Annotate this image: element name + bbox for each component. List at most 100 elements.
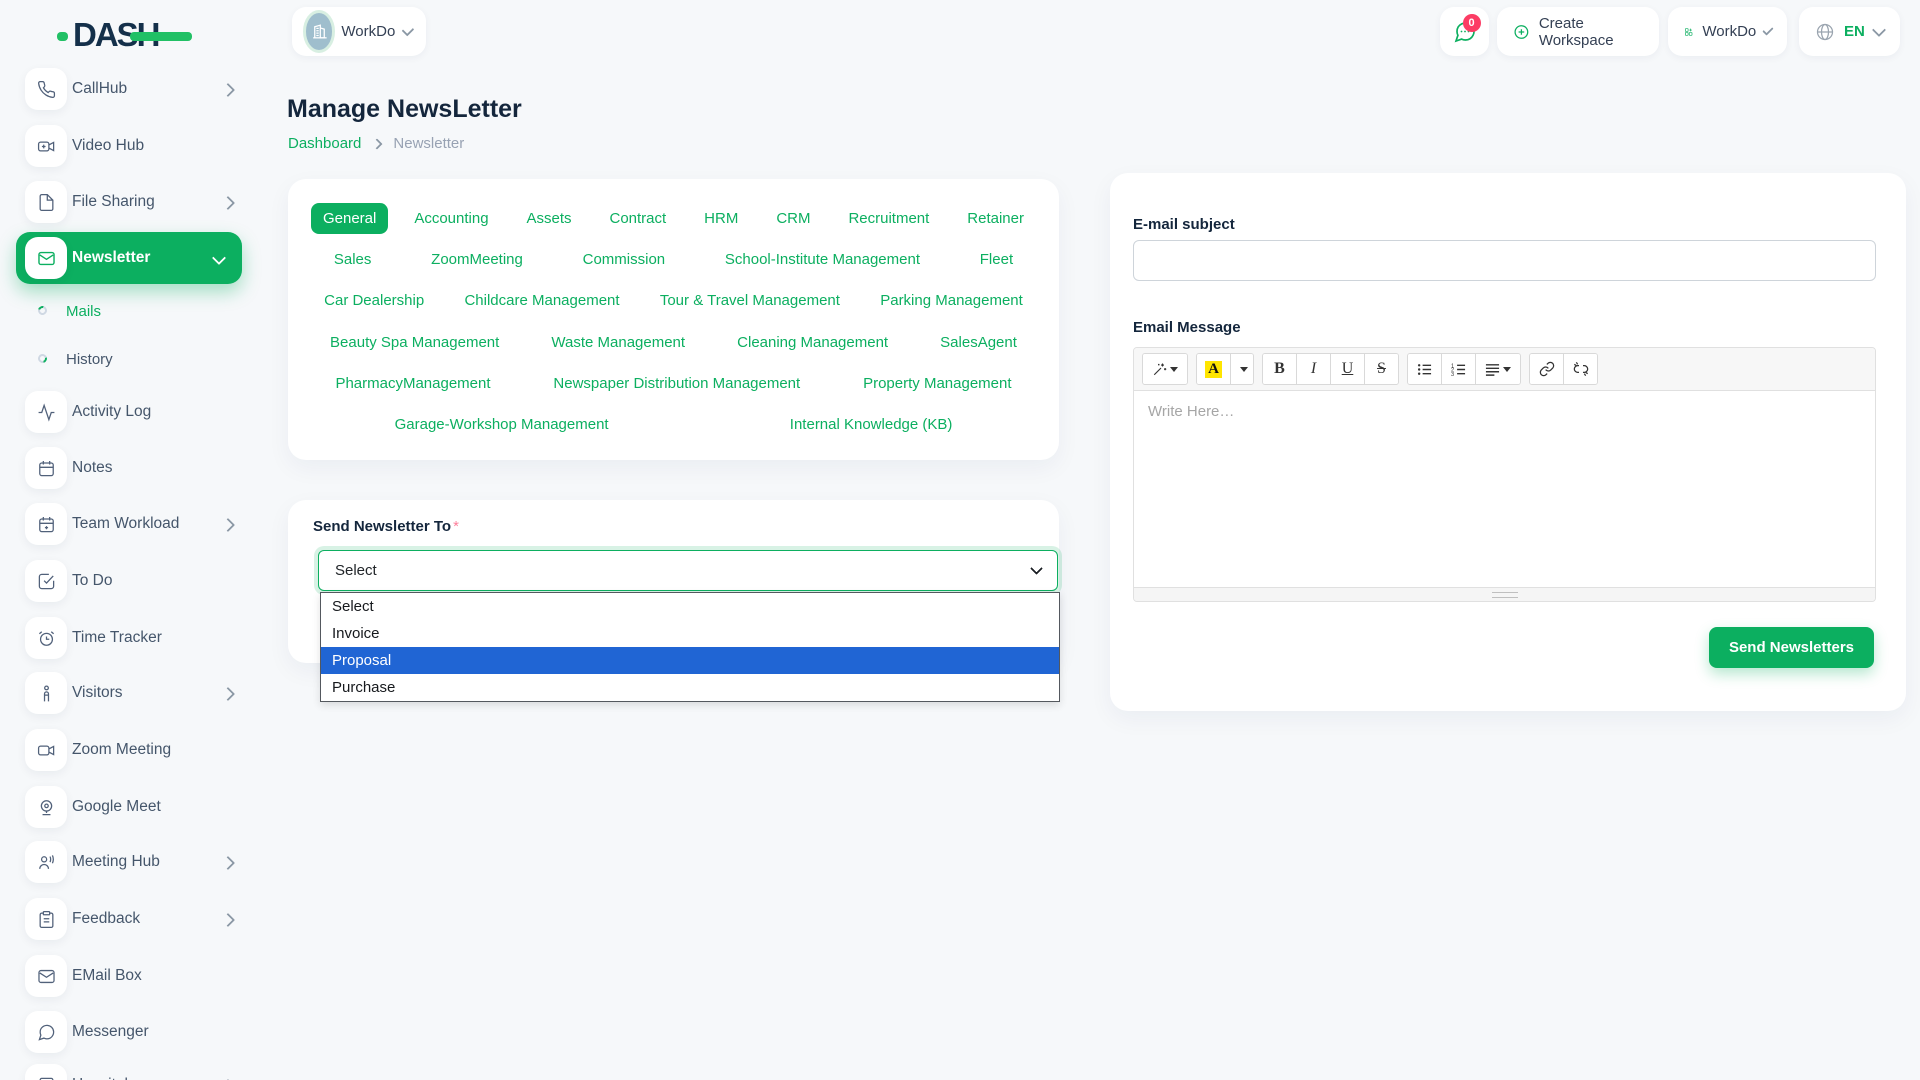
sidebar-item-label: Time Tracker (72, 612, 162, 664)
tab-retainer[interactable]: Retainer (955, 203, 1036, 234)
sidebar-item-hospital[interactable]: Hospital (0, 1059, 257, 1080)
sidebar-item-feedback[interactable]: Feedback (0, 893, 257, 945)
sidebar-item-meeting-hub[interactable]: Meeting Hub (0, 836, 257, 888)
account-menu-label: WorkDo (1702, 23, 1756, 40)
app-root: DASH WorkDo 0 Create Workspace (0, 0, 1920, 1080)
sidebar-item-label: Notes (72, 442, 113, 494)
sidebar-item-label: Hospital (72, 1059, 128, 1080)
paragraph-align-button[interactable] (1476, 354, 1520, 384)
sidebar-subitem-label: History (66, 339, 113, 379)
sidebar-item-label: Video Hub (72, 120, 144, 172)
grid-plus-icon (1684, 22, 1693, 42)
sidebar-item-callhub[interactable]: CallHub (0, 63, 257, 115)
breadcrumb-dashboard-link[interactable]: Dashboard (288, 135, 361, 152)
select-option-highlighted[interactable]: Proposal (321, 647, 1059, 674)
tab-crm[interactable]: CRM (764, 203, 822, 234)
messages-button[interactable]: 0 (1440, 7, 1489, 56)
sidebar-item-messenger[interactable]: Messenger (0, 1006, 257, 1058)
select-option[interactable]: Invoice (321, 620, 1059, 647)
tab-commission[interactable]: Commission (571, 244, 678, 275)
insert-link-button[interactable] (1530, 354, 1564, 384)
page-title: Manage NewsLetter (287, 95, 522, 124)
tab-car-dealership[interactable]: Car Dealership (312, 285, 436, 316)
tab-waste[interactable]: Waste Management (539, 327, 697, 358)
tab-cleaning[interactable]: Cleaning Management (725, 327, 900, 358)
tab-zoommeeting[interactable]: ZoomMeeting (419, 244, 535, 275)
chevron-right-icon (372, 138, 383, 149)
ordered-list-button[interactable]: 123 (1442, 354, 1476, 384)
alarm-clock-icon (25, 617, 67, 659)
dash-logo[interactable]: DASH (57, 16, 207, 56)
workspace-switcher[interactable]: WorkDo (292, 7, 426, 56)
sidebar-item-team-workload[interactable]: Team Workload (0, 498, 257, 550)
tab-recruitment[interactable]: Recruitment (836, 203, 941, 234)
video-plus-icon (25, 125, 67, 167)
logo-dot-icon (57, 32, 68, 41)
sidebar-item-zoom-meeting[interactable]: Zoom Meeting (0, 724, 257, 776)
font-color-glyph: A (1205, 361, 1222, 378)
resize-grip-icon[interactable] (1492, 592, 1518, 598)
sidebar-subitem-mails[interactable]: Mails (0, 291, 257, 331)
unlink-button[interactable] (1564, 354, 1597, 384)
tab-tour-travel[interactable]: Tour & Travel Management (648, 285, 852, 316)
italic-button[interactable]: I (1297, 354, 1331, 384)
bullet-icon (36, 304, 48, 316)
select-option[interactable]: Purchase (321, 674, 1059, 701)
font-color-caret-button[interactable] (1231, 354, 1253, 384)
select-option[interactable]: Select (321, 593, 1059, 620)
tab-childcare[interactable]: Childcare Management (452, 285, 631, 316)
tab-beauty-spa[interactable]: Beauty Spa Management (318, 327, 511, 358)
strikethrough-button[interactable]: S (1365, 354, 1398, 384)
sidebar-item-google-meet[interactable]: Google Meet (0, 781, 257, 833)
tab-school-institute[interactable]: School-Institute Management (713, 244, 932, 275)
chevron-down-icon (212, 251, 226, 265)
sidebar-item-email-box[interactable]: EMail Box (0, 950, 257, 1002)
create-workspace-button[interactable]: Create Workspace (1497, 7, 1659, 56)
sidebar-item-newsletter[interactable]: Newsletter (16, 232, 242, 284)
language-menu[interactable]: EN (1799, 7, 1900, 56)
tab-internal-knowledge[interactable]: Internal Knowledge (KB) (778, 409, 965, 440)
editor-content-area[interactable]: Write Here… (1134, 391, 1875, 587)
sidebar-subitem-history[interactable]: History (0, 339, 257, 379)
send-to-select[interactable]: Select (318, 550, 1058, 591)
sidebar-item-visitors[interactable]: Visitors (0, 667, 257, 719)
tab-hrm[interactable]: HRM (692, 203, 750, 234)
font-color-button[interactable]: A (1197, 354, 1231, 384)
sidebar-item-to-do[interactable]: To Do (0, 555, 257, 607)
tab-accounting[interactable]: Accounting (402, 203, 500, 234)
tab-newspaper[interactable]: Newspaper Distribution Management (541, 368, 812, 399)
video-camera-icon (25, 729, 67, 771)
person-icon (25, 672, 67, 714)
tab-assets[interactable]: Assets (515, 203, 584, 234)
chevron-down-icon (1872, 23, 1886, 37)
chevron-right-icon (221, 83, 235, 97)
chat-bubble-icon (25, 1011, 67, 1053)
unordered-list-button[interactable] (1408, 354, 1442, 384)
tab-parking[interactable]: Parking Management (868, 285, 1035, 316)
bold-button[interactable]: B (1263, 354, 1297, 384)
send-newsletters-button[interactable]: Send Newsletters (1709, 627, 1874, 668)
chevron-right-icon (221, 196, 235, 210)
tab-sales[interactable]: Sales (322, 244, 384, 275)
tab-pharmacy[interactable]: PharmacyManagement (323, 368, 502, 399)
email-subject-input[interactable] (1133, 240, 1876, 281)
required-asterisk: * (453, 518, 459, 535)
underline-button[interactable]: U (1331, 354, 1365, 384)
sidebar-item-notes[interactable]: Notes (0, 442, 257, 494)
sidebar-item-activity-log[interactable]: Activity Log (0, 386, 257, 438)
editor-placeholder: Write Here… (1148, 403, 1234, 420)
tab-fleet[interactable]: Fleet (968, 244, 1025, 275)
hospital-icon (25, 1064, 67, 1080)
tab-general[interactable]: General (311, 203, 388, 234)
sidebar-item-file-sharing[interactable]: File Sharing (0, 176, 257, 228)
style-magic-button[interactable] (1143, 354, 1187, 384)
calendar-icon (25, 447, 67, 489)
sidebar-item-video-hub[interactable]: Video Hub (0, 120, 257, 172)
tab-salesagent[interactable]: SalesAgent (928, 327, 1029, 358)
email-message-label: Email Message (1133, 319, 1241, 336)
tab-contract[interactable]: Contract (598, 203, 679, 234)
account-menu[interactable]: WorkDo (1668, 7, 1787, 56)
sidebar-item-time-tracker[interactable]: Time Tracker (0, 612, 257, 664)
tab-property[interactable]: Property Management (851, 368, 1023, 399)
tab-garage-workshop[interactable]: Garage-Workshop Management (383, 409, 621, 440)
